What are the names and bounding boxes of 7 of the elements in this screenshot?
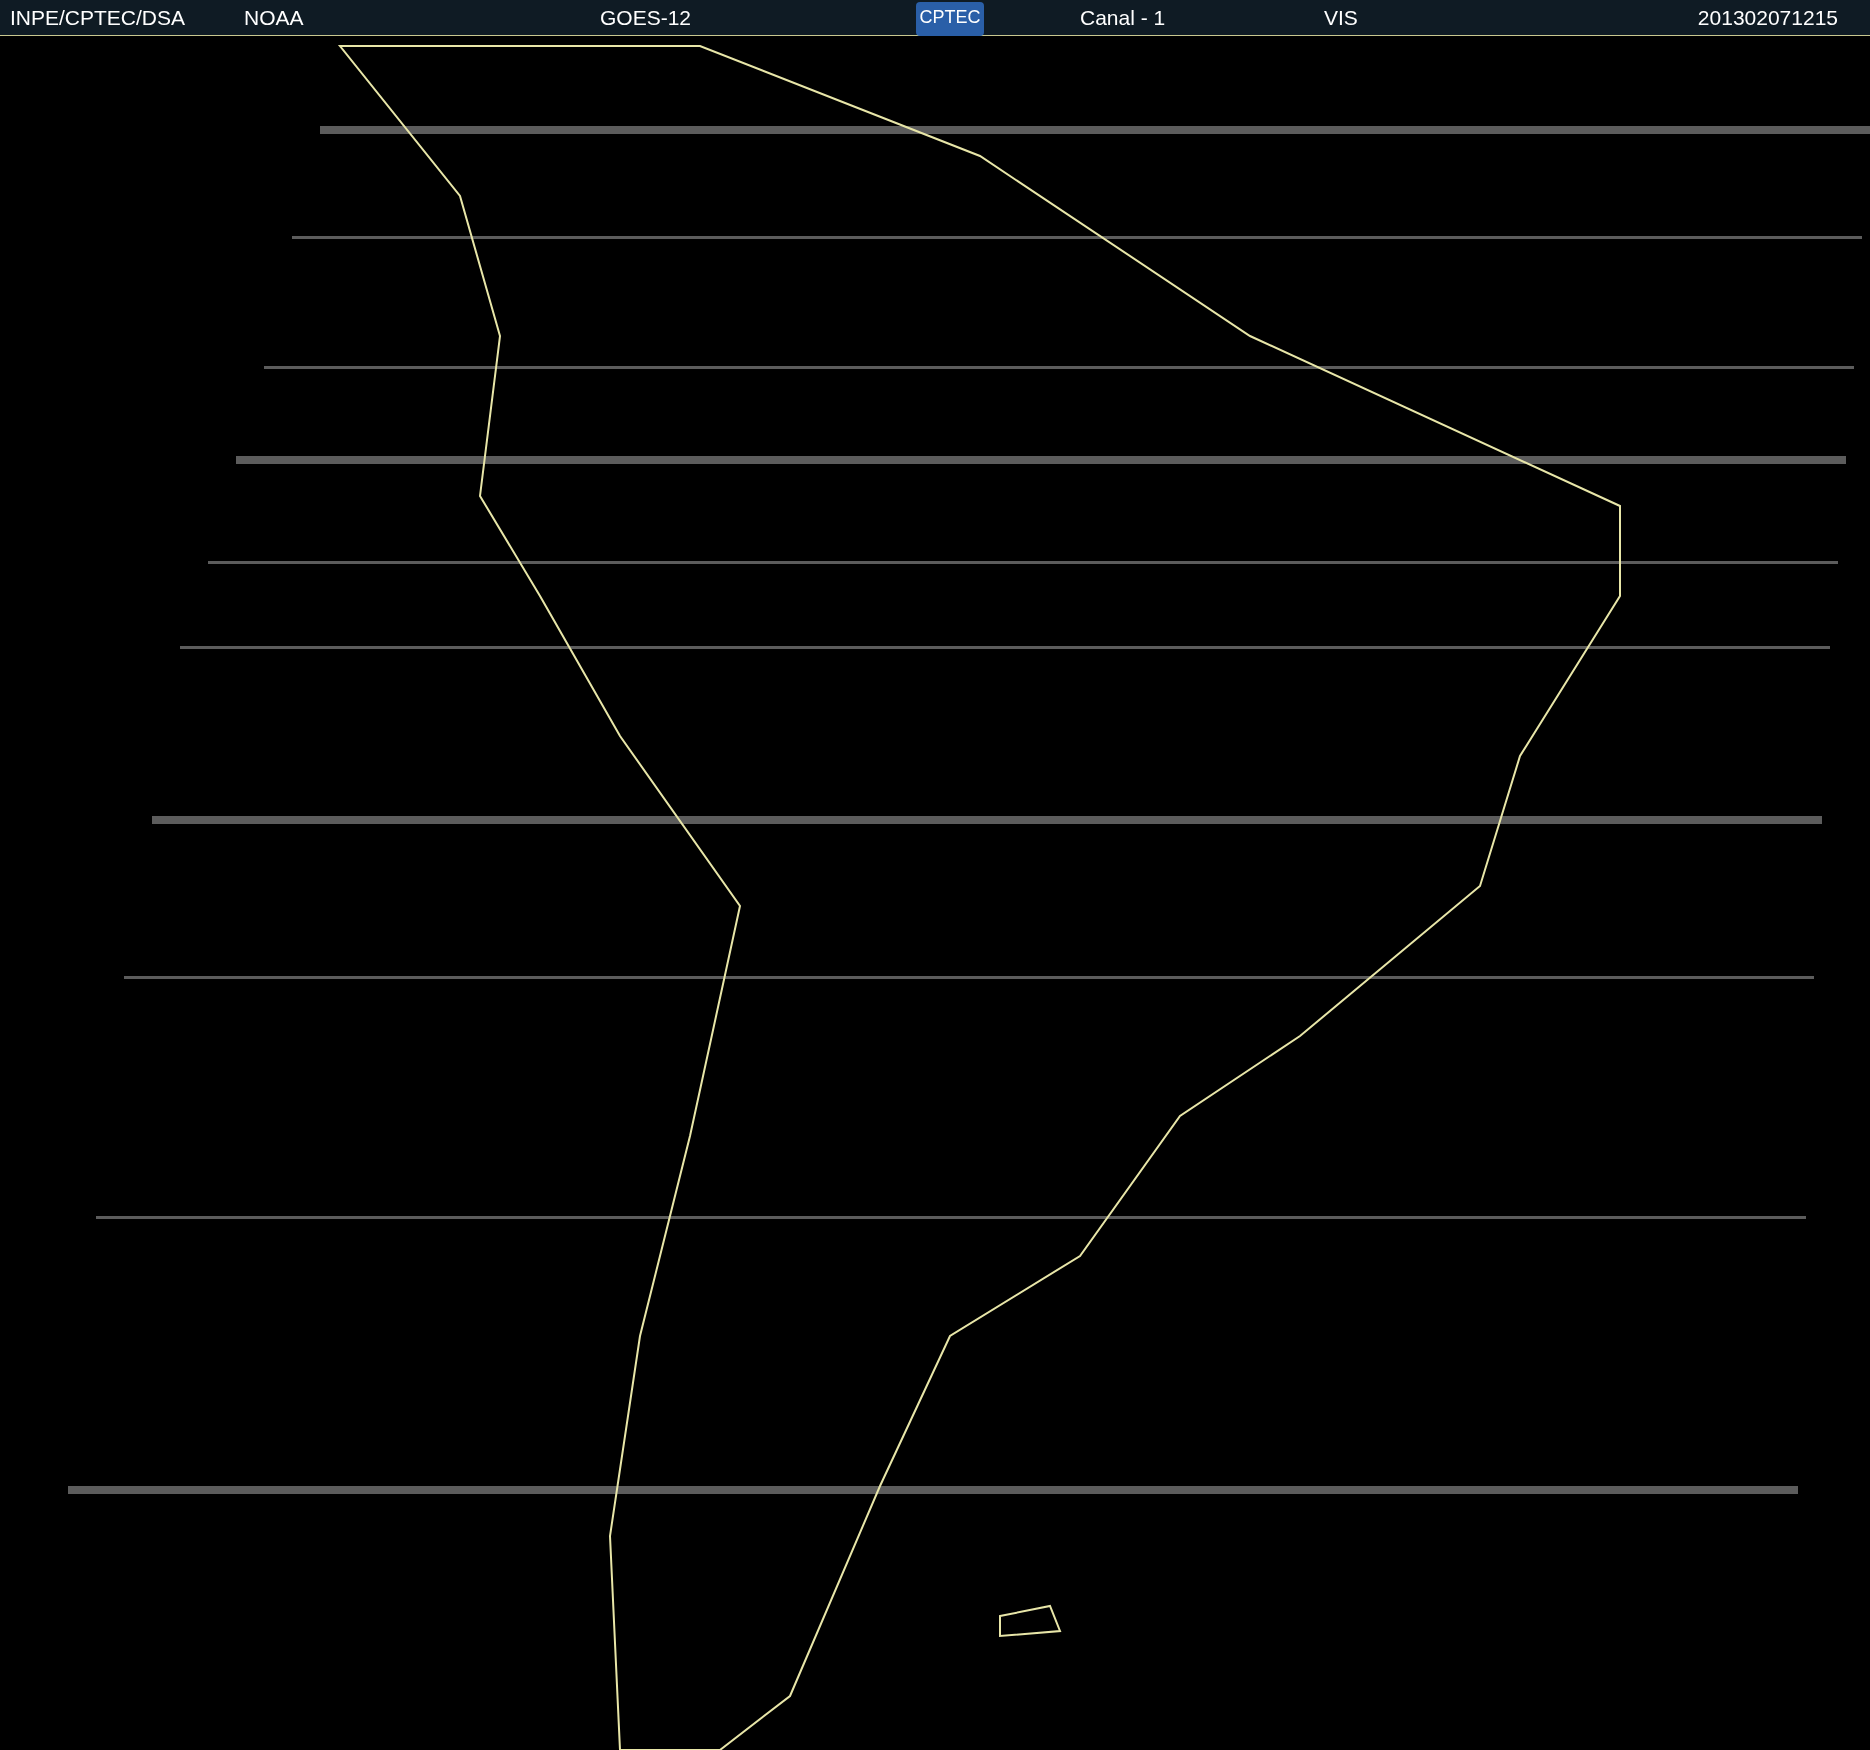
source-label: INPE/CPTEC/DSA (10, 5, 186, 29)
logo: CPTEC (916, 1, 984, 36)
band-label: VIS (1324, 5, 1358, 29)
timestamp-label: 201302071215 (1697, 5, 1838, 29)
channel-label: Canal - 1 (1080, 5, 1166, 29)
satellite-label: GOES-12 (600, 5, 692, 29)
agency-label: NOAA (244, 5, 304, 29)
